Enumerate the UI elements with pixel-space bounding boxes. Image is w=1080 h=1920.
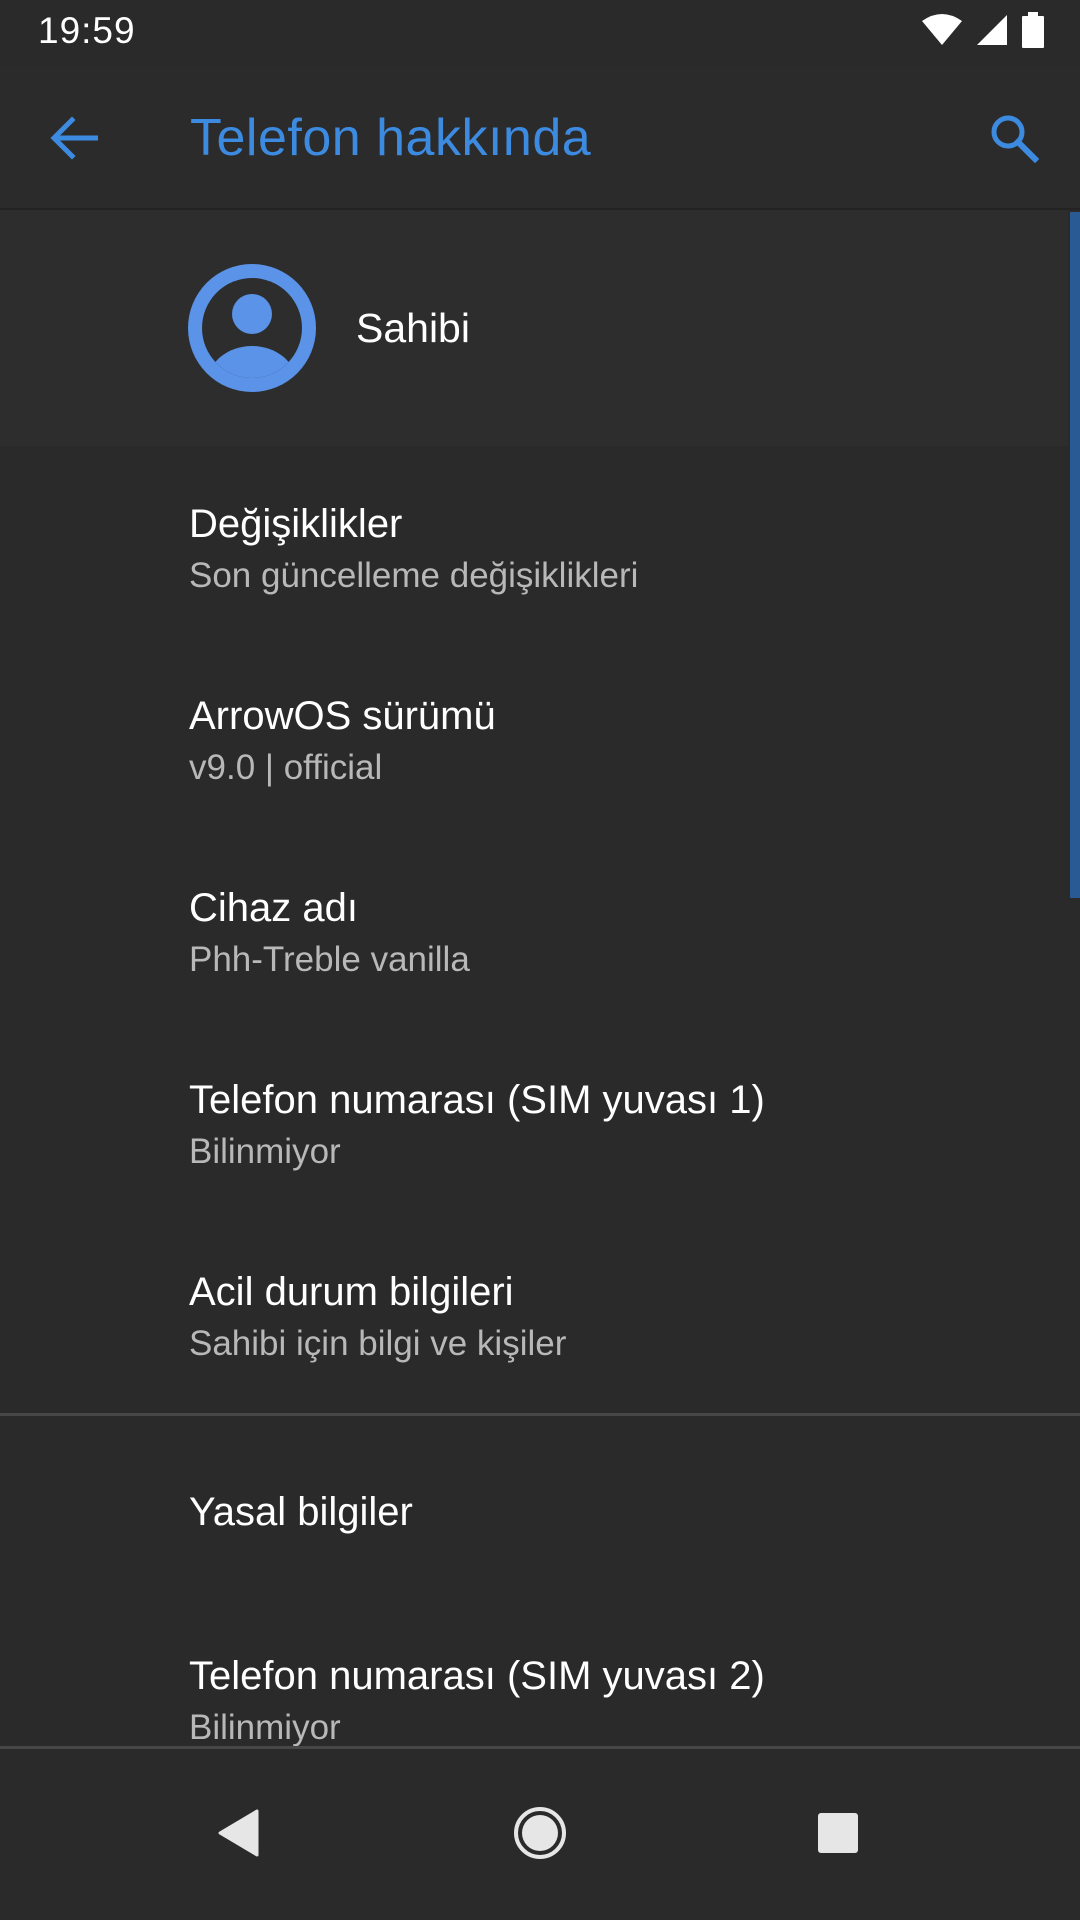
app-bar: Telefon hakkında xyxy=(0,66,1080,210)
navigation-bar xyxy=(0,1750,1080,1920)
preference-list: Değişiklikler Son güncelleme değişiklikl… xyxy=(0,446,1068,1790)
pref-summary: Bilinmiyor xyxy=(189,1132,341,1171)
pref-summary: Bilinmiyor xyxy=(189,1708,341,1747)
status-bar: 19:59 xyxy=(0,0,1080,66)
status-icons xyxy=(922,11,1044,53)
owner-row[interactable]: Sahibi xyxy=(0,210,1068,446)
status-time: 19:59 xyxy=(38,10,136,51)
nav-back-button[interactable] xyxy=(194,1790,284,1880)
pref-summary: Son güncelleme değişiklikleri xyxy=(189,556,639,595)
page-title: Telefon hakkında xyxy=(190,109,592,167)
arrow-back-icon xyxy=(50,115,99,165)
cell-signal-icon xyxy=(976,14,1008,51)
pref-title: Telefon numarası (SIM yuvası 1) xyxy=(189,1078,765,1122)
pref-legal-info[interactable]: Yasal bilgiler xyxy=(0,1406,1068,1598)
account-circle-icon xyxy=(188,264,316,392)
owner-label: Sahibi xyxy=(356,305,470,351)
divider xyxy=(0,1746,1080,1749)
pref-title: Telefon numarası (SIM yuvası 2) xyxy=(189,1654,765,1698)
pref-title: Cihaz adı xyxy=(189,886,358,930)
pref-os-version[interactable]: ArrowOS sürümü v9.0 | official xyxy=(0,638,1068,830)
pref-changelog[interactable]: Değişiklikler Son güncelleme değişiklikl… xyxy=(0,446,1068,638)
pref-summary: Phh-Treble vanilla xyxy=(189,940,470,979)
search-button[interactable] xyxy=(974,100,1054,180)
pref-summary: Sahibi için bilgi ve kişiler xyxy=(189,1324,567,1363)
home-circle-icon xyxy=(513,1806,567,1865)
scrollbar[interactable] xyxy=(1070,212,1080,898)
divider xyxy=(0,1413,1080,1416)
back-triangle-icon xyxy=(217,1809,261,1862)
recents-square-icon xyxy=(817,1812,859,1859)
nav-recents-button[interactable] xyxy=(793,1790,883,1880)
pref-title: Acil durum bilgileri xyxy=(189,1270,514,1314)
wifi-icon xyxy=(922,13,962,51)
search-icon xyxy=(989,113,1040,168)
pref-title: Yasal bilgiler xyxy=(189,1490,413,1534)
pref-emergency-info[interactable]: Acil durum bilgileri Sahibi için bilgi v… xyxy=(0,1214,1068,1406)
back-button[interactable] xyxy=(34,100,114,180)
pref-device-name[interactable]: Cihaz adı Phh-Treble vanilla xyxy=(0,830,1068,1022)
pref-title: Değişiklikler xyxy=(189,502,403,546)
battery-icon xyxy=(1022,11,1044,53)
pref-phone-number-sim1[interactable]: Telefon numarası (SIM yuvası 1) Bilinmiy… xyxy=(0,1022,1068,1214)
pref-title: ArrowOS sürümü xyxy=(189,694,496,738)
nav-home-button[interactable] xyxy=(495,1790,585,1880)
pref-summary: v9.0 | official xyxy=(189,748,383,787)
